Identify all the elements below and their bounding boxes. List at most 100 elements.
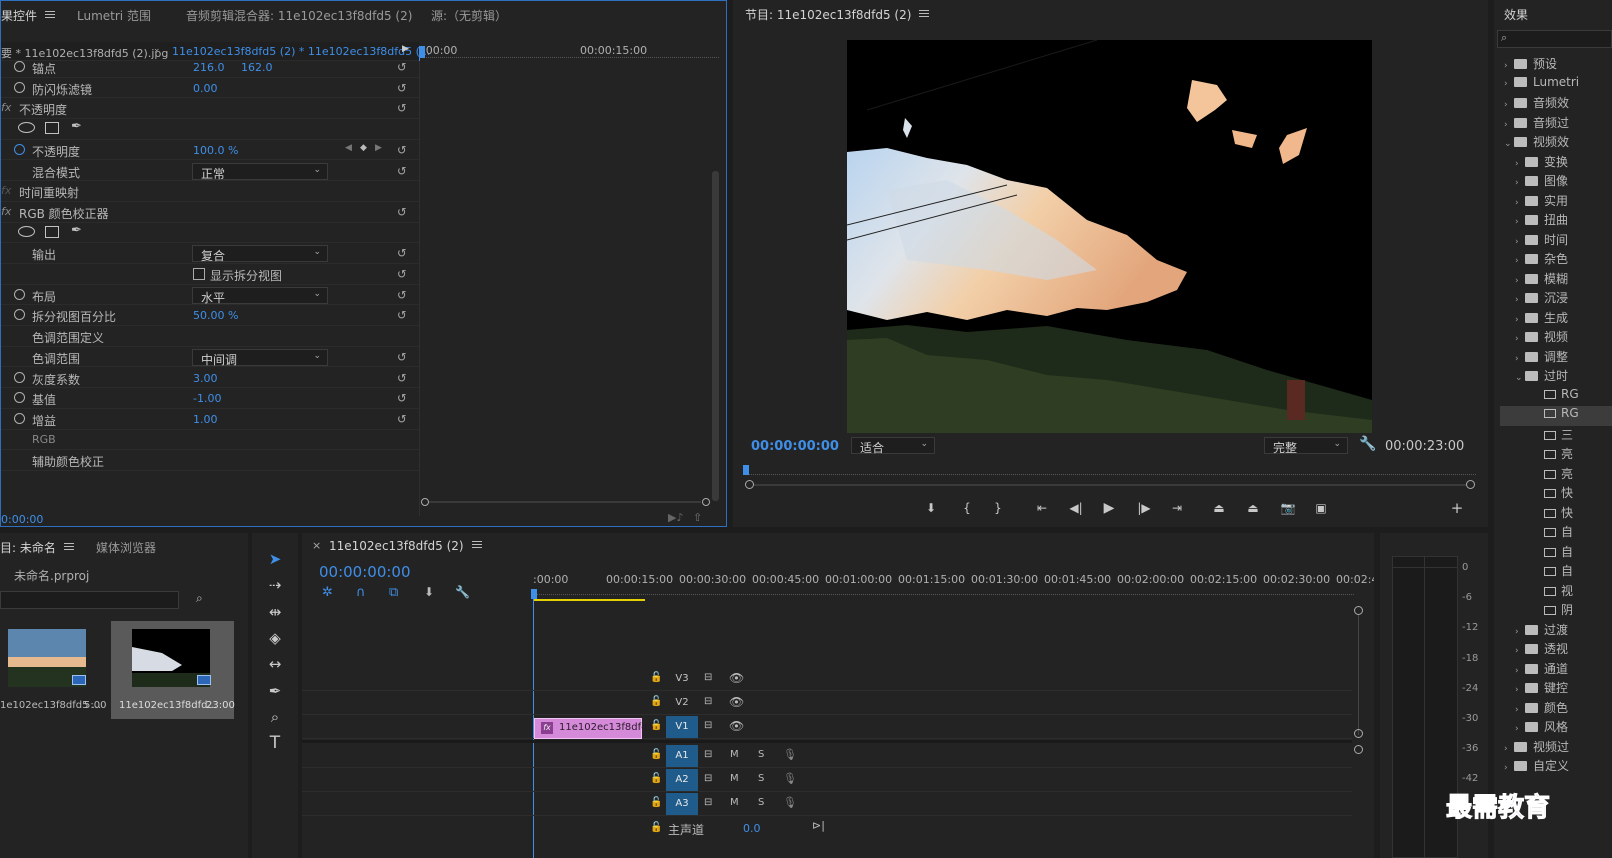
- extract-button[interactable]: ⏏: [1242, 498, 1264, 518]
- chevron-down-icon[interactable]: ⌄: [1515, 373, 1525, 383]
- quality-dropdown[interactable]: 完整 ⌄: [1264, 437, 1348, 455]
- effects-folder[interactable]: ⌄ 过时: [1500, 367, 1612, 387]
- opacity-value[interactable]: 100.0 %: [193, 144, 238, 157]
- chevron-right-icon[interactable]: ›: [1515, 315, 1525, 325]
- property-secondary[interactable]: 辅助颜色校正: [1, 450, 419, 471]
- timeline-settings-icon[interactable]: 🔧: [455, 585, 470, 599]
- effects-folder[interactable]: › 键控: [1500, 679, 1612, 699]
- rectangle-mask-icon[interactable]: [45, 122, 59, 135]
- panel-menu-icon[interactable]: [45, 9, 56, 20]
- effects-folder[interactable]: › 音频过: [1500, 114, 1612, 134]
- effects-folder[interactable]: › 扭曲: [1500, 211, 1612, 231]
- chevron-right-icon[interactable]: ›: [1515, 237, 1525, 247]
- reset-icon[interactable]: ↺: [397, 143, 409, 157]
- tab-effect-controls[interactable]: 果控件: [1, 7, 56, 24]
- program-timecode[interactable]: 00:00:00:00: [751, 439, 839, 454]
- tab-lumetri-scopes[interactable]: Lumetri 范围: [77, 7, 151, 24]
- panel-menu-icon[interactable]: [471, 539, 482, 550]
- chevron-right-icon[interactable]: ›: [1515, 354, 1525, 364]
- fx-icon[interactable]: fx: [1, 101, 11, 114]
- stopwatch-icon[interactable]: [14, 61, 25, 72]
- wrench-icon[interactable]: 🔧: [1359, 436, 1376, 452]
- chevron-right-icon[interactable]: ›: [1515, 666, 1525, 676]
- lock-icon[interactable]: 🔓: [650, 749, 662, 760]
- mark-out-button[interactable]: }: [987, 498, 1009, 518]
- effect-rgb-corrector[interactable]: fx RGB 颜色校正器 ↺: [1, 202, 419, 223]
- effect-time-remap[interactable]: fx 时间重映射: [1, 181, 419, 202]
- effects-folder[interactable]: › 过渡: [1500, 621, 1612, 641]
- timeline-ruler[interactable]: :00:00 00:00:15:00 00:00:30:00 00:00:45:00 0…: [532, 571, 1374, 601]
- effects-folder[interactable]: › 杂色: [1500, 250, 1612, 270]
- pen-tool-icon[interactable]: ✒: [262, 679, 288, 703]
- effects-item[interactable]: 阴: [1500, 601, 1612, 621]
- export-icon[interactable]: ⇧: [693, 511, 702, 524]
- reset-icon[interactable]: ↺: [397, 205, 409, 219]
- track-select-tool-icon[interactable]: ⇢: [262, 573, 288, 597]
- split-percent-value[interactable]: 50.00 %: [193, 309, 238, 322]
- effects-item[interactable]: 快: [1500, 504, 1612, 524]
- reset-icon[interactable]: ↺: [397, 412, 409, 426]
- timeline-playhead[interactable]: [531, 589, 537, 599]
- export-frame-button[interactable]: 📷: [1277, 498, 1299, 518]
- lock-icon[interactable]: 🔓: [650, 773, 662, 784]
- effects-item[interactable]: 快: [1500, 484, 1612, 504]
- rectangle-mask-icon[interactable]: [45, 225, 59, 238]
- go-to-out-button[interactable]: ⇥: [1166, 498, 1188, 518]
- effects-item[interactable]: 三: [1500, 426, 1612, 446]
- stopwatch-icon[interactable]: [14, 288, 25, 300]
- chevron-right-icon[interactable]: ›: [1504, 120, 1514, 130]
- sync-lock-icon[interactable]: ⊟: [704, 720, 712, 731]
- effects-folder[interactable]: › 自定义: [1500, 757, 1612, 777]
- tab-project[interactable]: 目: 未命名: [0, 539, 74, 556]
- pen-mask-icon[interactable]: ✒: [71, 223, 82, 238]
- effects-folder[interactable]: › 调整: [1500, 348, 1612, 368]
- effects-folder[interactable]: › 时间: [1500, 231, 1612, 251]
- comparison-view-button[interactable]: ▣: [1310, 498, 1332, 518]
- lock-icon[interactable]: 🔓: [650, 797, 662, 808]
- effects-folder[interactable]: › 实用: [1500, 192, 1612, 212]
- track-v2[interactable]: 🔓 V2 ⊟ 👁: [302, 691, 1352, 715]
- effects-folder[interactable]: › 音频效: [1500, 94, 1612, 114]
- fx-icon[interactable]: fx: [1, 205, 11, 218]
- chevron-right-icon[interactable]: ›: [1515, 627, 1525, 637]
- tonal-range-dropdown[interactable]: 中间调 ⌄: [192, 348, 328, 367]
- tab-media-browser[interactable]: 媒体浏览器: [96, 539, 156, 556]
- effects-folder[interactable]: › 沉浸: [1500, 289, 1612, 309]
- mute-button[interactable]: M: [730, 773, 739, 784]
- panel-menu-icon[interactable]: [919, 8, 930, 19]
- chevron-right-icon[interactable]: ›: [1515, 295, 1525, 305]
- gain-value[interactable]: 1.00: [193, 413, 218, 426]
- play-only-clip-icon[interactable]: ▶: [402, 44, 409, 54]
- track-a3[interactable]: 🔓 A3 ⊟ M S 🎙: [302, 792, 1352, 816]
- reset-icon[interactable]: ↺: [397, 81, 409, 95]
- effects-folder[interactable]: › 透视: [1500, 640, 1612, 660]
- effects-folder[interactable]: › 生成: [1500, 309, 1612, 329]
- next-keyframe-icon[interactable]: ▶: [375, 143, 382, 153]
- ec-zoom-bar[interactable]: [421, 498, 711, 506]
- reset-icon[interactable]: ↺: [397, 288, 409, 302]
- effect-opacity[interactable]: fx 不透明度 ↺: [1, 98, 419, 120]
- effects-folder[interactable]: › 视频: [1500, 328, 1612, 348]
- fit-dropdown[interactable]: 适合 ⌄: [851, 437, 935, 455]
- program-zoom-bar[interactable]: [745, 480, 1476, 489]
- master-track[interactable]: 🔓 主声道 0.0 ⊳|: [302, 817, 1352, 858]
- eye-icon[interactable]: 👁: [729, 695, 744, 709]
- go-to-in-button[interactable]: ⇤: [1031, 498, 1053, 518]
- chevron-right-icon[interactable]: ›: [1504, 763, 1514, 773]
- razor-tool-icon[interactable]: ◈: [262, 626, 288, 650]
- stopwatch-icon[interactable]: [14, 371, 25, 383]
- effects-title[interactable]: 效果: [1504, 6, 1528, 23]
- chevron-right-icon[interactable]: ›: [1515, 705, 1525, 715]
- chevron-right-icon[interactable]: ›: [1504, 79, 1514, 89]
- prev-keyframe-icon[interactable]: ◀: [345, 143, 352, 153]
- effects-item[interactable]: 视: [1500, 582, 1612, 602]
- sync-lock-icon[interactable]: ⊟: [704, 797, 712, 808]
- chevron-right-icon[interactable]: ›: [1515, 276, 1525, 286]
- eye-icon[interactable]: 👁: [729, 719, 744, 733]
- property-rgb[interactable]: RGB: [1, 430, 419, 451]
- sync-lock-icon[interactable]: ⊟: [704, 672, 712, 683]
- sync-lock-icon[interactable]: ⊟: [704, 749, 712, 760]
- program-monitor-title[interactable]: 节目: 11e102ec13f8dfd5 (2): [745, 6, 930, 23]
- effects-folder[interactable]: › 图像: [1500, 172, 1612, 192]
- ellipse-mask-icon[interactable]: [18, 122, 35, 134]
